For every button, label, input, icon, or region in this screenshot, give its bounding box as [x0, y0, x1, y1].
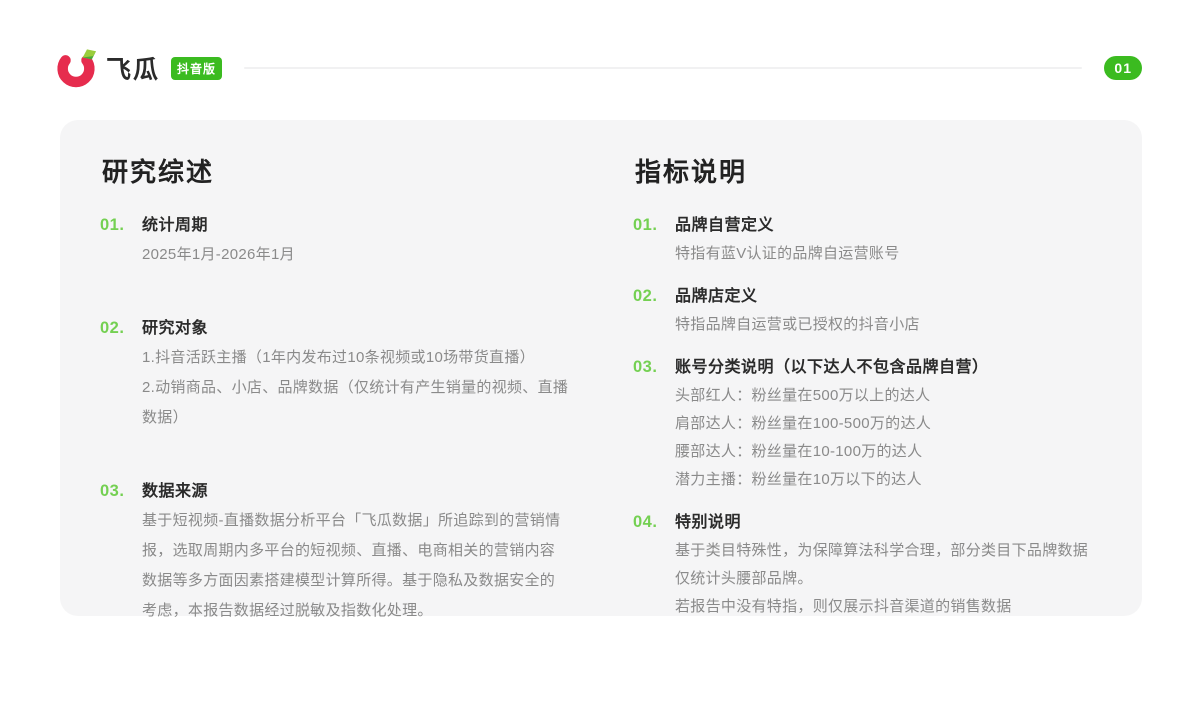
item-heading: 品牌店定义	[675, 282, 758, 306]
item-head: 01. 品牌自营定义	[633, 211, 1102, 235]
list-item-statistical-period: 01. 统计周期 2025年1月-2026年1月	[100, 211, 569, 270]
item-heading: 特别说明	[675, 508, 741, 532]
item-body: 特指有蓝V认证的品牌自运营账号	[675, 240, 1102, 268]
item-number: 04.	[633, 513, 675, 532]
logo-wordmark: 飞瓜	[106, 50, 160, 86]
item-head: 02. 品牌店定义	[633, 282, 1102, 306]
list-item-brand-self-operation: 01. 品牌自营定义 特指有蓝V认证的品牌自运营账号	[633, 211, 1102, 268]
item-body: 基于类目特殊性，为保障算法科学合理，部分类目下品牌数据仅统计头腰部品牌。 若报告…	[675, 537, 1102, 621]
item-body: 2025年1月-2026年1月	[142, 240, 569, 270]
item-heading: 研究对象	[142, 314, 208, 338]
feigua-logo: 飞瓜 抖音版	[55, 47, 222, 89]
item-head: 03. 账号分类说明（以下达人不包含品牌自营）	[633, 353, 1102, 377]
indicator-description-column: 指标说明 01. 品牌自营定义 特指有蓝V认证的品牌自运营账号 02. 品牌店定…	[633, 150, 1102, 586]
item-body: 基于短视频-直播数据分析平台「飞瓜数据」所追踪到的营销情报，选取周期内多平台的短…	[142, 506, 569, 626]
content-card: 研究综述 01. 统计周期 2025年1月-2026年1月 02. 研究对象 1…	[60, 120, 1142, 616]
slide-header: 飞瓜 抖音版 01	[55, 46, 1142, 90]
item-head: 01. 统计周期	[100, 211, 569, 235]
list-item-special-note: 04. 特别说明 基于类目特殊性，为保障算法科学合理，部分类目下品牌数据仅统计头…	[633, 508, 1102, 621]
item-head: 02. 研究对象	[100, 314, 569, 338]
item-number: 03.	[100, 482, 142, 501]
feigua-watermelon-icon	[55, 47, 97, 89]
header-divider	[244, 67, 1082, 69]
item-number: 03.	[633, 358, 675, 377]
item-body: 头部红人：粉丝量在500万以上的达人 肩部达人：粉丝量在100-500万的达人 …	[675, 382, 1102, 494]
item-heading: 数据来源	[142, 477, 208, 501]
item-heading: 统计周期	[142, 211, 208, 235]
item-number: 02.	[100, 319, 142, 338]
column-title-indicator-description: 指标说明	[635, 152, 1102, 189]
list-item-brand-store: 02. 品牌店定义 特指品牌自运营或已授权的抖音小店	[633, 282, 1102, 339]
item-body: 1.抖音活跃主播（1年内发布过10条视频或10场带货直播） 2.动销商品、小店、…	[142, 343, 569, 433]
item-number: 02.	[633, 287, 675, 306]
item-heading: 品牌自营定义	[675, 211, 774, 235]
column-title-research-overview: 研究综述	[102, 152, 569, 189]
research-overview-column: 研究综述 01. 统计周期 2025年1月-2026年1月 02. 研究对象 1…	[100, 150, 569, 586]
item-number: 01.	[633, 216, 675, 235]
page-number-badge: 01	[1104, 56, 1142, 80]
list-item-data-source: 03. 数据来源 基于短视频-直播数据分析平台「飞瓜数据」所追踪到的营销情报，选…	[100, 477, 569, 626]
list-item-account-classification: 03. 账号分类说明（以下达人不包含品牌自营） 头部红人：粉丝量在500万以上的…	[633, 353, 1102, 494]
item-body: 特指品牌自运营或已授权的抖音小店	[675, 311, 1102, 339]
item-head: 04. 特别说明	[633, 508, 1102, 532]
item-head: 03. 数据来源	[100, 477, 569, 501]
item-heading: 账号分类说明（以下达人不包含品牌自营）	[675, 353, 989, 377]
list-item-research-subjects: 02. 研究对象 1.抖音活跃主播（1年内发布过10条视频或10场带货直播） 2…	[100, 314, 569, 433]
item-number: 01.	[100, 216, 142, 235]
logo-edition-badge: 抖音版	[171, 57, 222, 80]
